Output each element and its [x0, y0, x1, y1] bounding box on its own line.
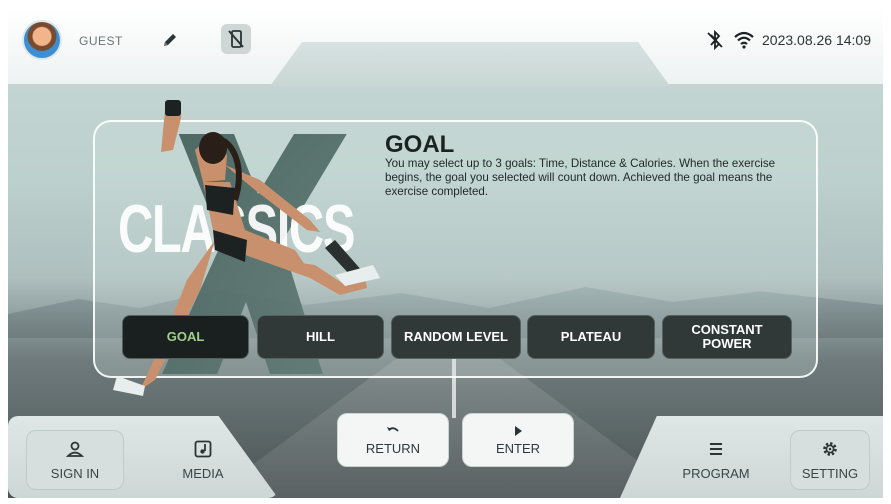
tab-goal[interactable]: GOAL: [122, 315, 249, 359]
list-icon: [710, 442, 722, 455]
user-avatar[interactable]: [22, 20, 62, 60]
sign-in-button[interactable]: SIGN IN: [26, 430, 124, 490]
program-button[interactable]: PROGRAM: [655, 430, 777, 490]
sign-in-label: SIGN IN: [50, 465, 100, 481]
setting-label: SETTING: [801, 465, 859, 481]
user-icon: [66, 441, 84, 457]
user-name: GUEST: [79, 34, 123, 48]
datetime: 2023.08.26 14:09: [762, 32, 871, 48]
tab-random-level[interactable]: RANDOM LEVEL: [391, 315, 521, 359]
tab-constant-power[interactable]: CONSTANT POWER: [662, 315, 792, 359]
return-button[interactable]: RETURN: [337, 413, 449, 467]
no-phone-icon[interactable]: [221, 24, 251, 54]
goal-description: You may select up to 3 goals: Time, Dist…: [385, 157, 776, 198]
goal-title: GOAL: [385, 131, 455, 158]
pencil-icon[interactable]: [160, 30, 180, 50]
tab-hill[interactable]: HILL: [257, 315, 384, 359]
return-label: RETURN: [365, 440, 421, 456]
status-bar-notch: [270, 42, 670, 86]
media-label: MEDIA: [182, 465, 224, 481]
gear-icon: [823, 441, 837, 456]
program-label: PROGRAM: [682, 465, 750, 481]
music-note-icon: [194, 440, 212, 457]
enter-label: ENTER: [495, 440, 541, 456]
return-icon: [387, 426, 399, 432]
tab-plateau[interactable]: PLATEAU: [527, 315, 655, 359]
media-button[interactable]: MEDIA: [133, 430, 273, 490]
enter-button[interactable]: ENTER: [462, 413, 574, 467]
play-icon: [515, 425, 522, 436]
runner-illustration: [113, 100, 380, 396]
setting-button[interactable]: SETTING: [790, 430, 870, 490]
wifi-icon: [734, 31, 754, 49]
bluetooth-off-icon: [707, 30, 723, 50]
